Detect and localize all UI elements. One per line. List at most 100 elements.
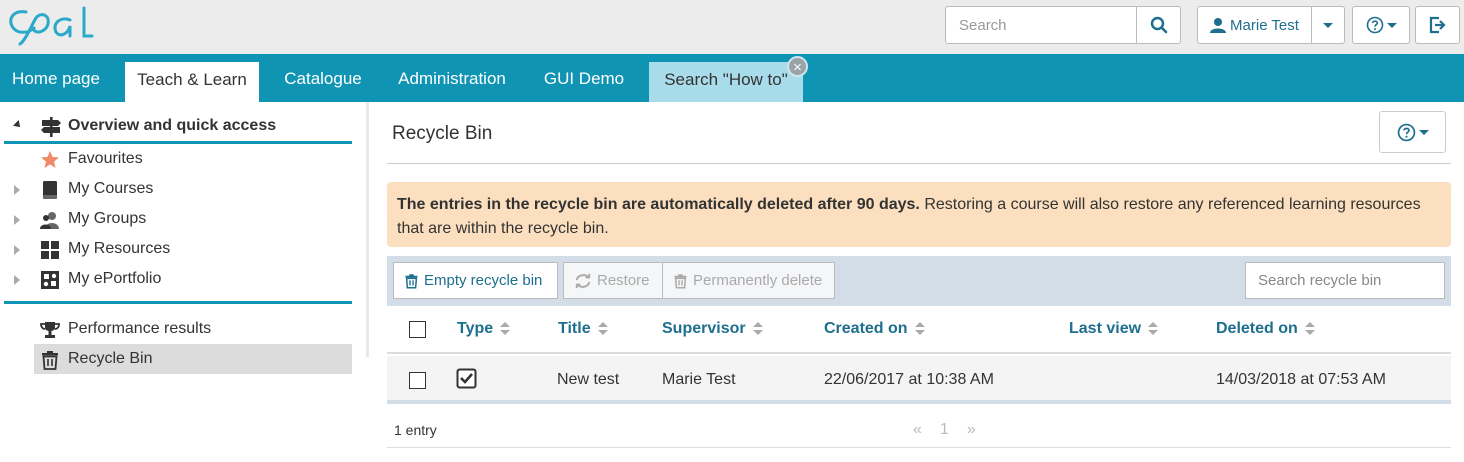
tab-home-page[interactable]: Home page <box>0 54 112 102</box>
sidebar-item-label: My Courses <box>68 180 154 197</box>
title-divider <box>387 163 1451 164</box>
column-header-title[interactable]: Title <box>558 320 608 338</box>
sidebar-item-my-eportfolio[interactable]: My ePortfolio <box>4 264 352 294</box>
permanently-delete-button[interactable]: Permanently delete <box>662 262 835 299</box>
trash-icon <box>674 273 687 288</box>
global-search-input[interactable] <box>946 7 1136 43</box>
sort-icon <box>1148 322 1159 336</box>
user-icon <box>1210 18 1227 33</box>
signpost-icon <box>41 117 61 137</box>
row-title[interactable]: New test <box>557 371 619 389</box>
logout-icon <box>1429 16 1446 34</box>
empty-recycle-bin-label: Empty recycle bin <box>424 272 543 289</box>
pager-page[interactable]: 1 <box>940 421 949 439</box>
row-deleted-on: 14/03/2018 at 07:53 AM <box>1216 371 1386 388</box>
column-label: Last view <box>1069 320 1142 337</box>
table-footer: 1 entry « 1 » <box>387 408 1451 448</box>
permanently-delete-label: Permanently delete <box>693 272 823 289</box>
sidebar-item-recycle-bin[interactable]: Recycle Bin <box>34 344 352 374</box>
user-name: Marie Test <box>1230 16 1299 34</box>
row-select-checkbox[interactable] <box>409 372 426 389</box>
group-icon <box>40 212 59 229</box>
sort-icon <box>1304 322 1315 336</box>
collapse-icon[interactable] <box>13 120 23 130</box>
column-header-type[interactable]: Type <box>457 320 511 338</box>
pager-next[interactable]: » <box>967 421 976 439</box>
chevron-down-icon <box>1418 129 1429 135</box>
refresh-icon <box>575 273 591 288</box>
row-created-on: 22/06/2017 at 10:38 AM <box>824 371 994 388</box>
tab-administration[interactable]: Administration <box>386 54 518 102</box>
column-label: Type <box>457 320 494 337</box>
search-button[interactable] <box>1136 7 1180 43</box>
sidebar-item-my-resources[interactable]: My Resources <box>4 234 352 264</box>
column-label: Created on <box>824 320 908 337</box>
sidebar-item-label: Recycle Bin <box>68 350 153 367</box>
opal-logo[interactable] <box>6 4 98 48</box>
sidebar-section-overview[interactable]: Overview and quick access <box>4 110 352 144</box>
sort-icon <box>500 322 511 336</box>
sidebar-item-performance-results[interactable]: Performance results <box>4 314 352 344</box>
main-navigation: Home page Teach & Learn Catalogue Admini… <box>0 54 1464 102</box>
trash-icon <box>42 351 58 370</box>
user-menu: Marie Test <box>1197 6 1345 44</box>
sidebar-item-label: Performance results <box>68 320 212 337</box>
trophy-icon <box>40 322 60 338</box>
sidebar-item-my-courses[interactable]: My Courses <box>4 174 352 204</box>
expand-icon[interactable] <box>14 275 20 285</box>
star-icon <box>41 151 59 168</box>
pager-prev[interactable]: « <box>913 421 922 439</box>
search-icon <box>1150 16 1167 34</box>
column-header-created-on[interactable]: Created on <box>824 320 925 338</box>
alert-bold-text: The entries in the recycle bin are autom… <box>397 196 920 213</box>
book-icon <box>43 181 57 199</box>
close-tab-icon[interactable]: × <box>787 56 808 77</box>
help-icon <box>1366 16 1383 34</box>
main-content: Recycle Bin The entries in the recycle b… <box>387 102 1451 462</box>
sidebar-resize-handle[interactable] <box>366 102 369 357</box>
empty-recycle-bin-button[interactable]: Empty recycle bin <box>393 262 558 299</box>
sort-icon <box>752 322 763 336</box>
tab-gui-demo[interactable]: GUI Demo <box>532 54 636 102</box>
column-header-last-view[interactable]: Last view <box>1069 320 1159 338</box>
user-button[interactable]: Marie Test <box>1198 7 1312 43</box>
recycle-bin-search-input[interactable] <box>1246 263 1444 298</box>
expand-icon[interactable] <box>14 215 20 225</box>
logout-button[interactable] <box>1415 6 1460 44</box>
restore-label: Restore <box>597 272 650 289</box>
column-label: Supervisor <box>662 320 746 337</box>
chevron-down-icon <box>1323 22 1333 28</box>
help-menu-button[interactable] <box>1352 6 1410 44</box>
info-alert: The entries in the recycle bin are autom… <box>387 182 1451 247</box>
tab-teach-and-learn[interactable]: Teach & Learn <box>125 62 259 102</box>
sidebar-item-favourites[interactable]: Favourites <box>4 144 352 174</box>
sidebar-item-label: My Groups <box>68 210 147 227</box>
column-header-supervisor[interactable]: Supervisor <box>662 320 763 338</box>
grid-icon <box>41 241 59 259</box>
sidebar-item-my-groups[interactable]: My Groups <box>4 204 352 234</box>
sidebar-section-title: Overview and quick access <box>68 117 277 134</box>
tab-search-how-to[interactable]: Search "How to" <box>649 62 803 102</box>
expand-icon[interactable] <box>14 245 20 255</box>
row-supervisor: Marie Test <box>662 371 736 388</box>
entry-count: 1 entry <box>394 422 437 438</box>
table-row[interactable]: New test Marie Test 22/06/2017 at 10:38 … <box>387 356 1451 404</box>
restore-button[interactable]: Restore <box>563 262 663 299</box>
table-header: Type Title Supervisor Created on Last vi… <box>387 306 1451 354</box>
column-header-deleted-on[interactable]: Deleted on <box>1216 320 1315 338</box>
column-label: Title <box>558 320 591 337</box>
sidebar-item-label: My Resources <box>68 240 171 257</box>
table-toolbar: Empty recycle bin Restore Permanently de… <box>387 256 1451 306</box>
sidebar-item-label: Favourites <box>68 150 143 167</box>
sidebar-item-label: My ePortfolio <box>68 270 162 287</box>
page-title: Recycle Bin <box>392 123 493 144</box>
user-dropdown-toggle[interactable] <box>1312 7 1344 43</box>
trash-icon <box>405 273 418 288</box>
expand-icon[interactable] <box>14 185 20 195</box>
chevron-down-icon <box>1386 22 1397 28</box>
page-help-button[interactable] <box>1379 111 1446 153</box>
pagination: « 1 » <box>913 421 976 439</box>
test-type-icon <box>456 368 477 389</box>
tab-catalogue[interactable]: Catalogue <box>272 54 374 102</box>
select-all-checkbox[interactable] <box>409 321 426 338</box>
